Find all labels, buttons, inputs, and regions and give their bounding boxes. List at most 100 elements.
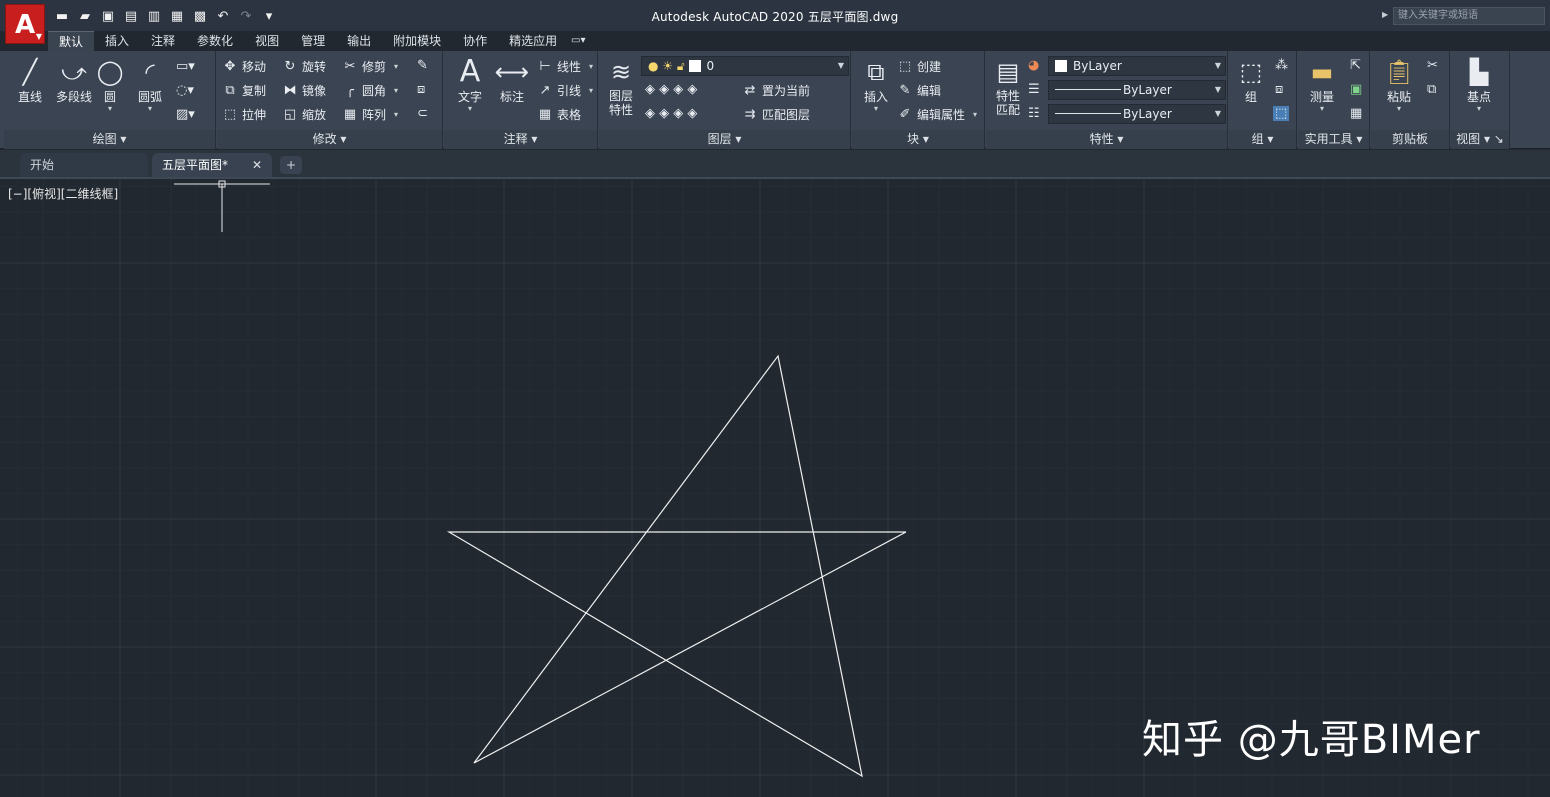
insert-button[interactable]: ⧉ 插入 ▾: [854, 55, 898, 113]
title-bar: ▬ ▰ ▣ ▤ ▥ ▦ ▩ ↶ ↷ ▾ Autodesk AutoCAD 202…: [0, 0, 1550, 31]
mirror-button[interactable]: ⧓ 镜像: [281, 79, 327, 101]
scale-button[interactable]: ◱ 缩放: [281, 103, 326, 125]
stretch-icon: ⬚: [223, 106, 237, 122]
properties-panel-title[interactable]: 特性 ▾: [986, 130, 1227, 149]
tab-view[interactable]: 视图: [244, 31, 290, 51]
calculator-icon[interactable]: ▦: [1350, 106, 1362, 121]
tab-featured-apps[interactable]: 精选应用: [498, 31, 568, 51]
clipboard-panel-title[interactable]: 剪贴板: [1371, 130, 1449, 149]
measure-button[interactable]: ▬ 测量 ▾: [1300, 55, 1344, 113]
line-button[interactable]: ╱ 直线: [8, 55, 52, 105]
tab-collaborate[interactable]: 协作: [452, 31, 498, 51]
edit-attributes-button[interactable]: ✐ 编辑属性 ▾: [896, 103, 977, 125]
measure-icon: ▬: [1310, 58, 1334, 86]
utilities-panel-title[interactable]: 实用工具 ▾: [1298, 130, 1369, 149]
linetype-dropdown[interactable]: ByLayer ▼: [1048, 80, 1226, 100]
ellipse-icon[interactable]: ◌▾: [176, 83, 194, 98]
viewport-controls[interactable]: [−][俯视][二维线框]: [8, 185, 118, 202]
document-tab-bar: 开始 五层平面图* ✕ +: [0, 150, 1550, 177]
tab-manage[interactable]: 管理: [290, 31, 336, 51]
trim-button[interactable]: ✂ 修剪 ▾: [341, 55, 398, 77]
view-panel-title[interactable]: 视图 ▾ ↘: [1451, 130, 1509, 149]
paste-button[interactable]: 📋︎ 粘贴 ▾: [1377, 55, 1421, 113]
match-properties-button[interactable]: ▤ 特性 匹配: [986, 55, 1030, 117]
tab-drawing-file[interactable]: 五层平面图* ✕: [152, 153, 272, 177]
leader-icon: ↗: [539, 82, 551, 98]
circle-button[interactable]: ◯ 圆 ▾: [88, 55, 132, 113]
table-button[interactable]: ▦ 表格: [536, 103, 581, 125]
groups-panel-title[interactable]: 组 ▾: [1229, 130, 1296, 149]
drawing-canvas[interactable]: [−][俯视][二维线框] 知乎 @九哥BIMer: [0, 177, 1550, 797]
quick-select-icon[interactable]: ⇱: [1350, 58, 1361, 73]
modify-panel-title[interactable]: 修改 ▾: [217, 130, 442, 149]
star-drawing[interactable]: [446, 354, 907, 778]
tab-default[interactable]: 默认: [48, 31, 95, 51]
create-block-button[interactable]: ⬚ 创建: [896, 55, 941, 77]
utilities-panel: ▬ 测量 ▾ ⇱ ▣ ▦ 实用工具 ▾: [1298, 51, 1370, 149]
chevron-down-icon: ▼: [35, 32, 42, 41]
stretch-button[interactable]: ⬚ 拉伸: [221, 103, 266, 125]
search-arrow-icon[interactable]: ▶: [1382, 10, 1388, 19]
match-layer-button[interactable]: ⇉ 匹配图层: [741, 103, 810, 125]
array-button[interactable]: ▦ 阵列 ▾: [341, 103, 398, 125]
layers-panel: ≋ 图层 特性 ● ☀ 🔓︎ 0 ▼ ◈ ◈ ◈ ◈ ⇄ 置为当前 ◈ ◈ ◈ ◈…: [599, 51, 851, 149]
group-edit-icon[interactable]: ⧈: [1275, 82, 1283, 97]
fillet-icon: ╭: [346, 82, 354, 98]
text-button[interactable]: A 文字 ▾: [448, 55, 492, 113]
group-icon: ⬚: [1239, 58, 1263, 86]
groups-panel: ⬚ 组 ⁂ ⧈ ⬚ 组 ▾: [1229, 51, 1297, 149]
color-wheel-icon: ◕: [1028, 58, 1040, 73]
set-current-icon: ⇄: [744, 82, 756, 98]
leader-button[interactable]: ↗ 引线 ▾: [536, 79, 593, 101]
search-input[interactable]: 键入关键字或短语: [1393, 7, 1545, 25]
offset-icon[interactable]: ⊂: [417, 106, 428, 121]
move-icon: ✥: [224, 58, 236, 74]
block-panel-title[interactable]: 块 ▾: [852, 130, 984, 149]
application-menu-button[interactable]: A ▼: [5, 4, 45, 44]
rotate-button[interactable]: ↻ 旋转: [281, 55, 326, 77]
layer-properties-button[interactable]: ≋ 图层 特性: [599, 55, 643, 117]
ribbon-minimize-icon[interactable]: ▭▾: [571, 35, 585, 46]
base-view-button[interactable]: ▙ 基点 ▾: [1457, 55, 1501, 113]
select-all-icon[interactable]: ▣: [1350, 82, 1362, 97]
ribbon-tab-bar: 默认 插入 注释 参数化 视图 管理 输出 附加模块 协作 精选应用: [48, 31, 568, 51]
trim-icon: ✂: [344, 58, 356, 74]
set-current-button[interactable]: ⇄ 置为当前: [741, 79, 810, 101]
window-title: Autodesk AutoCAD 2020 五层平面图.dwg: [651, 10, 899, 24]
tab-annotate[interactable]: 注释: [140, 31, 186, 51]
linear-button[interactable]: ⊢ 线性 ▾: [536, 55, 593, 77]
tab-insert[interactable]: 插入: [94, 31, 140, 51]
rectangle-icon[interactable]: ▭▾: [176, 59, 195, 74]
layer-tools-row1-icon[interactable]: ◈ ◈ ◈ ◈: [645, 82, 697, 97]
tab-addins[interactable]: 附加模块: [382, 31, 452, 51]
layers-panel-title[interactable]: 图层 ▾: [599, 130, 850, 149]
color-dropdown[interactable]: ByLayer ▼: [1048, 56, 1226, 76]
group-select-icon[interactable]: ⬚: [1273, 106, 1290, 121]
annotation-panel-title[interactable]: 注释 ▾: [444, 130, 597, 149]
lineweight-dropdown[interactable]: ByLayer ▼: [1048, 104, 1226, 124]
hatch-icon[interactable]: ▨▾: [176, 107, 195, 122]
dimension-button[interactable]: ⟷ 标注: [490, 55, 534, 105]
tab-parametric[interactable]: 参数化: [186, 31, 244, 51]
copy-button[interactable]: ⧉ 复制: [221, 79, 266, 101]
new-tab-button[interactable]: +: [280, 156, 302, 174]
erase-icon[interactable]: ✎: [417, 58, 428, 73]
move-button[interactable]: ✥ 移动: [221, 55, 266, 77]
tab-output[interactable]: 输出: [336, 31, 382, 51]
color-swatch: [1055, 60, 1067, 72]
chevron-down-icon: ▾: [1396, 104, 1401, 113]
edit-block-button[interactable]: ✎ 编辑: [896, 79, 941, 101]
tab-start[interactable]: 开始: [20, 153, 148, 177]
ungroup-icon[interactable]: ⁂: [1275, 58, 1288, 73]
group-button[interactable]: ⬚ 组: [1229, 55, 1273, 105]
layer-tools-row2-icon[interactable]: ◈ ◈ ◈ ◈: [645, 106, 697, 121]
close-icon[interactable]: ✕: [252, 153, 262, 177]
chevron-down-icon: ▾: [107, 104, 112, 113]
draw-panel-title[interactable]: 绘图 ▾: [4, 130, 215, 149]
copy-clip-icon[interactable]: ⧉: [1427, 82, 1436, 97]
cut-icon[interactable]: ✂: [1427, 58, 1438, 73]
explode-icon[interactable]: ⧈: [417, 82, 425, 97]
arc-button[interactable]: ◜ 圆弧 ▾: [128, 55, 172, 113]
layer-dropdown[interactable]: ● ☀ 🔓︎ 0 ▼: [641, 56, 849, 76]
fillet-button[interactable]: ╭ 圆角 ▾: [341, 79, 398, 101]
